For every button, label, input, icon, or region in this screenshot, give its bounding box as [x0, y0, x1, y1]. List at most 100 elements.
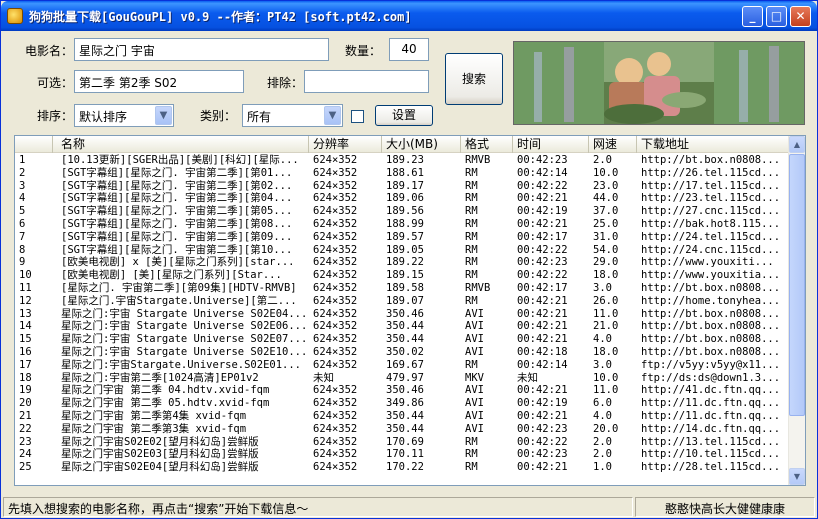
table-row[interactable]: 14 星际之门:宇宙 Stargate Universe S02E06... 624… — [15, 320, 790, 333]
category-select[interactable]: 所有 ▼ — [242, 104, 343, 127]
table-row[interactable]: 1 [10.13更新][SGER出品][美剧][科幻][星际... 624×352 1… — [15, 154, 790, 167]
maximize-button[interactable]: □ — [766, 6, 787, 27]
table-row[interactable]: 20 星际之门宇宙 第二季 05.hdtv.xvid-fqm 624×352 349.… — [15, 397, 790, 410]
cell-time: 00:42:19 — [517, 205, 568, 218]
cell-url: http://28.tel.115cd... — [641, 461, 781, 474]
cell-resolution: 624×352 — [313, 154, 358, 166]
cell-name: 星际之门宇宙S02E02[望月科幻岛]尝鲜版 — [61, 435, 259, 448]
title-bar[interactable]: 狗狗批量下载[GouGouPL] v0.9 --作者：PT42 [soft.pt… — [1, 1, 817, 31]
table-row[interactable]: 8 [SGT字幕组][星际之门. 宇宙第二季][第10... 624×352 189.… — [15, 244, 790, 257]
table-row[interactable]: 17 星际之门:宇宙Stargate.Universe.S02E01... 624×… — [15, 359, 790, 372]
vertical-scrollbar[interactable]: ▲ ▼ — [788, 136, 805, 485]
table-row[interactable]: 18 星际之门:宇宙第二季[1024高清]EP01v2 未知 479.97 MKV 未知 1… — [15, 372, 790, 385]
table-row[interactable]: 19 星际之门宇宙 第二季 04.hdtv.xvid-fqm 624×352 350.… — [15, 384, 790, 397]
table-row[interactable]: 7 [SGT字幕组][星际之门. 宇宙第二季][第09... 624×352 189.… — [15, 231, 790, 244]
table-row[interactable]: 6 [SGT字幕组][星际之门. 宇宙第二季][第08... 624×352 188.… — [15, 218, 790, 231]
table-row[interactable]: 4 [SGT字幕组][星际之门. 宇宙第二季][第04... 624×352 189.… — [15, 192, 790, 205]
table-row[interactable]: 3 [SGT字幕组][星际之门. 宇宙第二季][第02... 624×352 189.… — [15, 180, 790, 193]
results-table[interactable]: 名称 分辨率 大小(MB) 格式 时间 网速 下载地址 1 [10.13更新][S… — [14, 135, 806, 486]
header-resolution[interactable]: 分辨率 — [309, 136, 382, 153]
filter-checkbox[interactable] — [351, 110, 364, 123]
cell-name: 星际之门宇宙 第二季 05.hdtv.xvid-fqm — [61, 397, 270, 410]
cell-resolution: 624×352 — [313, 448, 358, 461]
cell-name: 星际之门宇宙 第二季 04.hdtv.xvid-fqm — [61, 384, 270, 397]
cell-size: 189.15 — [386, 269, 424, 282]
header-format[interactable]: 格式 — [461, 136, 513, 153]
table-row[interactable]: 2 [SGT字幕组][星际之门. 宇宙第二季][第01... 624×352 188.… — [15, 167, 790, 180]
cell-size: 479.97 — [386, 371, 424, 384]
cell-size: 188.99 — [386, 217, 424, 230]
table-row[interactable]: 16 星际之门:宇宙 Stargate Universe S02E10... 624… — [15, 346, 790, 359]
minimize-button[interactable]: _ — [742, 6, 763, 27]
cell-time: 00:42:18 — [517, 345, 568, 358]
arrow-up-icon[interactable]: ▲ — [789, 136, 805, 153]
header-time[interactable]: 时间 — [513, 136, 589, 153]
table-row[interactable]: 23 星际之门宇宙S02E02[望月科幻岛]尝鲜版 624×352 170.69 RM 0… — [15, 436, 790, 449]
table-row[interactable]: 12 [星际之门.宇宙Stargate.Universe][第二... 624×35… — [15, 295, 790, 308]
exclude-input[interactable] — [304, 70, 429, 93]
header-name[interactable]: 名称 — [53, 136, 309, 153]
header-speed[interactable]: 网速 — [589, 136, 637, 153]
optional-input[interactable]: 第二季 第2季 S02 — [74, 70, 244, 93]
chevron-down-icon[interactable]: ▼ — [324, 106, 341, 125]
cell-speed: 18.0 — [593, 269, 619, 282]
table-row[interactable]: 22 星际之门宇宙 第二季第3集 xvid-fqm 624×352 350.44 AVI… — [15, 423, 790, 436]
cell-format: AVI — [465, 397, 484, 410]
cell-resolution: 624×352 — [313, 166, 358, 179]
cell-resolution: 624×352 — [313, 179, 358, 192]
cell-resolution: 624×352 — [313, 384, 358, 397]
cell-url: http://26.tel.115cd... — [641, 166, 781, 179]
table-row[interactable]: 25 星际之门宇宙S02E04[望月科幻岛]尝鲜版 624×352 170.22 RM 0… — [15, 461, 790, 474]
cell-time: 未知 — [517, 371, 538, 384]
arrow-down-icon[interactable]: ▼ — [789, 468, 805, 485]
cell-speed: 23.0 — [593, 179, 619, 192]
cell-url: http://11.dc.ftn.qq... — [641, 397, 781, 410]
table-row[interactable]: 5 [SGT字幕组][星际之门. 宇宙第二季][第05... 624×352 189.… — [15, 205, 790, 218]
cell-time: 00:42:23 — [517, 448, 568, 461]
table-row[interactable]: 11 [星际之门. 宇宙第二季][第09集][HDTV-RMVB] 624×352 1… — [15, 282, 790, 295]
table-row[interactable]: 10 [欧美电视剧] [美][星际之门系列][Star... 624×352 189.… — [15, 269, 790, 282]
cell-size: 350.44 — [386, 320, 424, 333]
cell-index: 9 — [19, 256, 26, 269]
cell-time: 00:42:21 — [517, 409, 568, 422]
cell-name: [10.13更新][SGER出品][美剧][科幻][星际... — [61, 154, 299, 166]
table-row[interactable]: 24 星际之门宇宙S02E03[望月科幻岛]尝鲜版 624×352 170.11 RM 0… — [15, 448, 790, 461]
cell-size: 350.44 — [386, 409, 424, 422]
cell-format: RM — [465, 192, 478, 205]
cell-name: 星际之门:宇宙第二季[1024高清]EP01v2 — [61, 371, 259, 384]
cell-time: 00:42:23 — [517, 154, 568, 166]
close-button[interactable]: ✕ — [790, 6, 811, 27]
scrollbar-thumb[interactable] — [789, 154, 805, 416]
cell-time: 00:42:22 — [517, 243, 568, 256]
cell-name: [SGT字幕组][星际之门. 宇宙第二季][第04... — [61, 192, 293, 205]
cell-format: RM — [465, 166, 478, 179]
header-size[interactable]: 大小(MB) — [382, 136, 461, 153]
table-row[interactable]: 21 星际之门宇宙 第二季第4集 xvid-fqm 624×352 350.44 AVI… — [15, 410, 790, 423]
table-row[interactable]: 13 星际之门:宇宙 Stargate Universe S02E04... 624… — [15, 308, 790, 321]
cell-format: RM — [465, 269, 478, 282]
cell-name: [星际之门.宇宙Stargate.Universe][第二... — [61, 294, 297, 307]
sort-select[interactable]: 默认排序 ▼ — [74, 104, 174, 127]
quantity-input[interactable]: 40 — [389, 38, 429, 61]
app-icon[interactable] — [7, 8, 23, 24]
cell-resolution: 624×352 — [313, 307, 358, 320]
search-button[interactable]: 搜索 — [445, 53, 503, 105]
header-index[interactable] — [15, 136, 53, 153]
cell-name: [SGT字幕组][星际之门. 宇宙第二季][第09... — [61, 230, 293, 243]
table-row[interactable]: 9 [欧美电视剧] x [美][星际之门系列][star... 624×352 189… — [15, 256, 790, 269]
chevron-down-icon[interactable]: ▼ — [155, 106, 172, 125]
cell-format: AVI — [465, 384, 484, 397]
cell-index: 19 — [19, 384, 32, 397]
table-row[interactable]: 15 星际之门:宇宙 Stargate Universe S02E07... 624… — [15, 333, 790, 346]
cell-name: [欧美电视剧] [美][星际之门系列][Star... — [61, 269, 282, 282]
cell-size: 350.02 — [386, 345, 424, 358]
cell-speed: 18.0 — [593, 345, 619, 358]
cell-format: AVI — [465, 422, 484, 435]
header-url[interactable]: 下载地址 — [637, 136, 790, 153]
cell-index: 18 — [19, 371, 32, 384]
cell-speed: 37.0 — [593, 205, 619, 218]
cell-url: ftp://ds:ds@down1.3... — [641, 371, 781, 384]
cell-index: 5 — [19, 205, 26, 218]
movie-name-input[interactable]: 星际之门 宇宙 — [74, 38, 329, 61]
settings-button[interactable]: 设置 — [375, 105, 433, 126]
